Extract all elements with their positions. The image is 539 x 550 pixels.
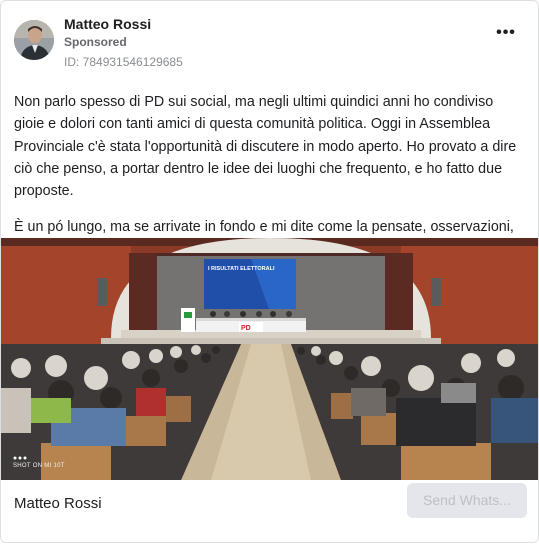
assembly-hall-photo: I RISULTATI ELETTORALI PD	[1, 238, 538, 480]
screen-title: I RISULTATI ELETTORALI	[208, 266, 275, 272]
author-avatar[interactable]	[14, 20, 54, 60]
avatar-photo	[14, 20, 54, 60]
more-options-icon[interactable]: •••	[496, 25, 516, 45]
post-text: Non parlo spesso di PD sui social, ma ne…	[14, 91, 526, 261]
footer-page-name[interactable]: Matteo Rossi	[14, 495, 102, 512]
post-text-paragraph: Non parlo spesso di PD sui social, ma ne…	[14, 94, 517, 200]
post-photo[interactable]: I RISULTATI ELETTORALI PD SHOT ON MI 10T	[1, 238, 538, 480]
author-name[interactable]: Matteo Rossi	[64, 16, 151, 32]
camera-watermark: SHOT ON MI 10T	[13, 463, 65, 469]
send-whatsapp-button[interactable]: Send Whats...	[407, 483, 527, 518]
sponsored-label: Sponsored	[64, 35, 127, 49]
ad-id: ID: 784931546129685	[64, 55, 183, 69]
sponsored-post-card: Matteo Rossi Sponsored ID: 7849315461296…	[0, 0, 539, 543]
podium-logo: PD	[241, 325, 251, 332]
